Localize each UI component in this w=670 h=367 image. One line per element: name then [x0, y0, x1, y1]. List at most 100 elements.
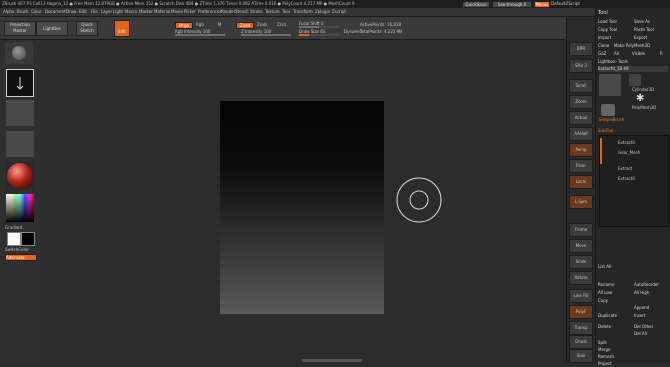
aahalf-button[interactable]: AAHalf — [569, 127, 593, 141]
menu-draw[interactable]: Draw — [66, 9, 76, 14]
bpr-button[interactable]: BPR — [569, 42, 593, 56]
subtool-header[interactable]: SubTool — [598, 128, 668, 134]
brush-thumbnail[interactable] — [5, 42, 33, 64]
line-fill-button[interactable]: Line Fill — [569, 289, 593, 303]
rotate-button[interactable]: Rotate — [569, 271, 593, 285]
rgb-intensity-slider[interactable] — [175, 34, 225, 36]
scale-button[interactable]: Scale — [569, 255, 593, 269]
menu-alpha[interactable]: Alpha — [3, 9, 14, 14]
all-button[interactable]: All — [614, 51, 628, 57]
del-all-button[interactable]: Del All — [634, 331, 668, 337]
stroke-thumbnail[interactable] — [6, 69, 34, 97]
clone-button[interactable]: Clone — [598, 43, 612, 49]
export-button[interactable]: Export — [634, 35, 668, 41]
dynamic-button[interactable]: Dynamic — [344, 29, 362, 34]
scroll-button[interactable]: Scroll — [569, 79, 593, 93]
focal-shift-slider[interactable] — [299, 26, 339, 28]
frame-button[interactable]: Frame — [569, 223, 593, 237]
menu-movie[interactable]: Movie — [171, 9, 183, 14]
project-button[interactable]: Project — [598, 361, 668, 367]
tool-thumb-extract[interactable] — [599, 74, 621, 96]
transp-button[interactable]: Transp — [569, 321, 593, 335]
lightbox-button[interactable]: LightBox — [36, 21, 68, 36]
menu-picker[interactable]: Picker — [184, 9, 196, 14]
menu-tool[interactable]: Tool — [282, 9, 290, 14]
menu-stroke[interactable]: Stroke — [250, 9, 263, 14]
document-canvas[interactable] — [220, 101, 384, 314]
subtool-item-4[interactable]: Extract0 — [618, 176, 635, 181]
menu-stencil[interactable]: Stencil — [235, 9, 249, 14]
menu-render[interactable]: Render — [221, 9, 235, 14]
copy-tool-button[interactable]: Copy Tool — [598, 27, 632, 33]
menu-file[interactable]: File — [91, 9, 98, 14]
tool-panel-title[interactable]: Tool — [598, 10, 668, 16]
menu-macro[interactable]: Macro — [125, 9, 137, 14]
see-through-slider[interactable]: See-through 0 — [492, 1, 532, 8]
all-low-button[interactable]: All Low — [598, 290, 632, 296]
remesh-button[interactable]: Remesh — [598, 354, 668, 360]
menu-light[interactable]: Light — [113, 9, 123, 14]
move-button[interactable]: Move — [569, 239, 593, 253]
zadd-button[interactable]: Zadd — [236, 22, 254, 29]
canvas-scrollbar[interactable] — [302, 359, 362, 362]
subtool-item-1[interactable]: Extract0 — [618, 140, 635, 145]
paste-tool-button[interactable]: Paste Tool — [634, 27, 668, 33]
menu-texture[interactable]: Texture — [265, 9, 280, 14]
local-button[interactable]: Local — [569, 175, 593, 189]
zsub-button[interactable]: Zsub — [257, 22, 267, 27]
quick-sketch-button[interactable]: Quick Sketch — [76, 21, 98, 36]
split-button[interactable]: Split — [598, 340, 668, 346]
list-all-button[interactable]: List All — [598, 264, 628, 270]
menu-layer[interactable]: Layer — [101, 9, 112, 14]
merge-button[interactable]: Merge — [598, 347, 668, 353]
zcut-button[interactable]: Zcut — [277, 22, 286, 27]
rgb-button[interactable]: Rgb — [196, 22, 204, 27]
m-button[interactable]: M — [218, 22, 221, 27]
zoom-button[interactable]: Zoom — [569, 95, 593, 109]
menu-material[interactable]: Material — [154, 9, 170, 14]
alternate-button[interactable]: Alternate — [5, 254, 37, 261]
menus-button[interactable]: Menus — [534, 1, 550, 8]
menu-preferences[interactable]: Preferences — [198, 9, 222, 14]
subtool-item-2[interactable]: Gear_Mesh — [618, 150, 640, 155]
goz-button[interactable]: GoZ — [598, 51, 612, 57]
menu-document[interactable]: Document — [45, 9, 66, 14]
menu-zscript[interactable]: Zscript — [332, 9, 346, 14]
alpha-thumbnail[interactable] — [6, 100, 34, 126]
duplicate-button[interactable]: Duplicate — [598, 313, 632, 319]
autoreorder-button[interactable]: AutoReorder — [634, 282, 668, 288]
menu-color[interactable]: Color — [31, 9, 41, 14]
current-tool-slider[interactable]: Extract0_1B 49 — [598, 66, 668, 72]
actual-button[interactable]: Actual — [569, 111, 593, 125]
quicksave-button[interactable]: QuickSave — [462, 1, 490, 8]
switch-color-button[interactable]: SwitchColor — [5, 247, 29, 252]
main-color-swatch[interactable] — [7, 232, 21, 246]
mrgb-button[interactable]: Mrgb — [175, 22, 193, 29]
texture-thumbnail[interactable] — [6, 131, 34, 157]
make-polymesh-button[interactable]: Make PolyMesh3D — [614, 43, 668, 49]
menu-marker[interactable]: Marker — [139, 9, 153, 14]
lightbox-tools-button[interactable]: Lightbox› Tools — [598, 59, 668, 65]
delete-button[interactable]: Delete — [598, 324, 632, 330]
default-zscript-button[interactable]: DefaultZScript — [551, 1, 580, 6]
polyf-button[interactable]: PolyF — [569, 305, 593, 319]
save-as-button[interactable]: Save As — [634, 19, 668, 25]
persp-button[interactable]: Persp — [569, 143, 593, 157]
solo-button[interactable]: Solo — [569, 349, 593, 363]
projection-master-button[interactable]: Projection Master — [4, 21, 36, 36]
spix-button[interactable]: SPix 3 — [569, 59, 593, 73]
menu-edit[interactable]: Edit — [79, 9, 87, 14]
menu-brush[interactable]: Brush — [17, 9, 29, 14]
load-tool-button[interactable]: Load Tool — [598, 19, 632, 25]
insert-button[interactable]: Insert — [634, 313, 668, 319]
visible-button[interactable]: Visible — [632, 51, 656, 57]
ghost-button[interactable]: Ghost — [569, 335, 593, 349]
import-button[interactable]: Import — [598, 35, 632, 41]
r-button[interactable]: R — [660, 51, 668, 57]
color-picker[interactable] — [6, 194, 34, 222]
lsym-button[interactable]: L.Sym — [569, 195, 593, 209]
material-thumbnail[interactable] — [6, 162, 34, 190]
menu-transform[interactable]: Transform — [293, 9, 313, 14]
edit-button[interactable]: Edit — [114, 20, 130, 37]
menu-zplugin[interactable]: Zplugin — [315, 9, 330, 14]
